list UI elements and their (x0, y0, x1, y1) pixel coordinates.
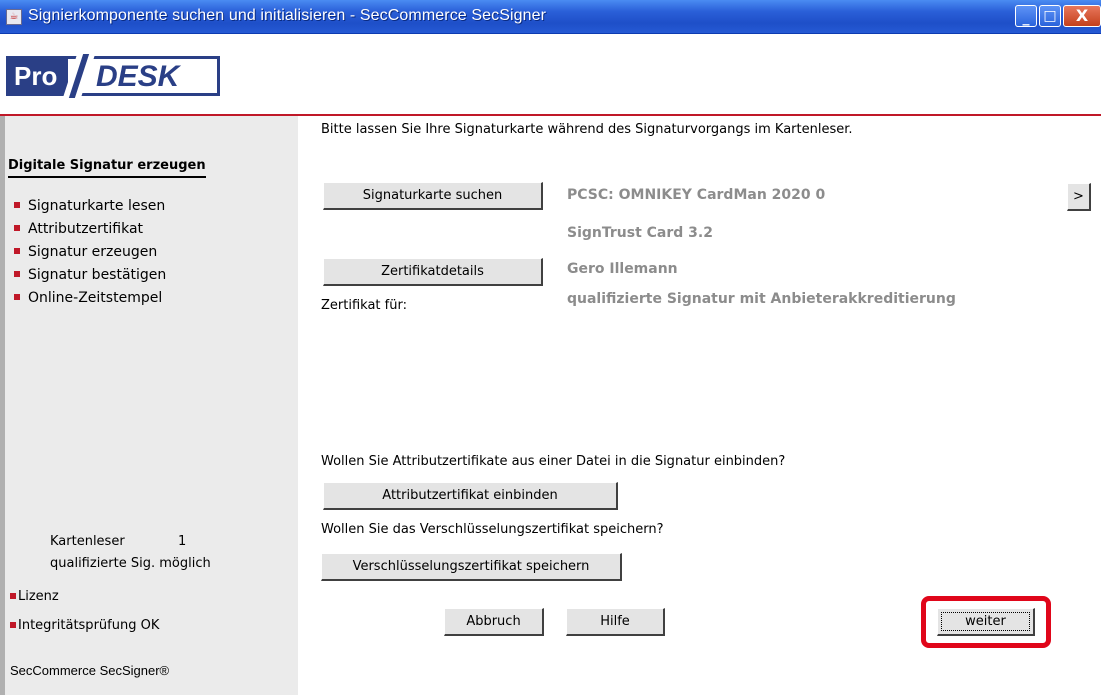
bullet-icon (14, 202, 20, 208)
bullet-icon (10, 621, 16, 628)
sidebar: Digitale Signatur erzeugen Signaturkarte… (0, 116, 298, 695)
card-reader-count: 1 (178, 534, 187, 549)
sidebar-item-signatur-erzeugen: Signatur erzeugen (14, 244, 157, 260)
java-app-icon: ☕ (6, 9, 22, 25)
sidebar-item-attributzertifikat: Attributzertifikat (14, 221, 143, 237)
close-button[interactable]: X (1063, 5, 1101, 27)
window-titlebar[interactable]: ☕ Signierkomponente suchen und initialis… (0, 0, 1101, 34)
sidebar-item-label: Signatur erzeugen (28, 244, 158, 260)
license-label: Lizenz (18, 589, 59, 604)
sidebar-item-label: Attributzertifikat (28, 221, 144, 237)
focus-outline: weiter (941, 612, 1030, 631)
card-reader-label: Kartenleser (50, 534, 125, 549)
window-left-border (0, 116, 5, 695)
sidebar-item-signatur-bestaetigen: Signatur bestätigen (14, 267, 166, 283)
card-type: SignTrust Card 3.2 (567, 225, 713, 241)
save-encryption-certificate-button[interactable]: Verschlüsselungszertifikat speichern (321, 553, 622, 581)
sidebar-item-signaturkarte-lesen: Signaturkarte lesen (14, 198, 165, 214)
integrity-check-label: Integritätsprüfung OK (18, 618, 160, 633)
certificate-for-label: Zertifikat für: (321, 298, 407, 313)
sidebar-title: Digitale Signatur erzeugen (8, 158, 206, 178)
minimize-button[interactable]: _ (1015, 5, 1037, 27)
search-card-button[interactable]: Signaturkarte suchen (323, 182, 543, 210)
certificate-type: qualifizierte Signatur mit Anbieterakkre… (567, 291, 956, 307)
card-reader-name: PCSC: OMNIKEY CardMan 2020 0 (567, 187, 826, 203)
bullet-icon (14, 225, 20, 231)
sidebar-item-online-zeitstempel: Online-Zeitstempel (14, 290, 162, 306)
bullet-icon (14, 294, 20, 300)
encryption-question: Wollen Sie das Verschlüsselungszertifika… (321, 522, 664, 537)
sidebar-item-label: Signatur bestätigen (28, 267, 167, 283)
next-button[interactable]: weiter (937, 608, 1035, 636)
cancel-button[interactable]: Abbruch (444, 608, 544, 636)
sidebar-item-label: Signaturkarte lesen (28, 198, 166, 214)
next-button-label: weiter (965, 614, 1006, 629)
bullet-icon (14, 271, 20, 277)
product-footer: SecCommerce SecSigner® (10, 663, 170, 678)
bullet-icon (14, 248, 20, 254)
help-button[interactable]: Hilfe (566, 608, 665, 636)
header: Pro DESK (0, 34, 1101, 116)
license-link[interactable]: Lizenz (10, 589, 59, 604)
sidebar-item-label: Online-Zeitstempel (28, 290, 163, 306)
qualified-signature-status: qualifizierte Sig. möglich (50, 556, 211, 571)
certificate-holder: Gero Illemann (567, 261, 678, 277)
instruction-text: Bitte lassen Sie Ihre Signaturkarte währ… (321, 122, 853, 137)
maximize-button[interactable]: □ (1039, 5, 1061, 27)
bullet-icon (10, 592, 16, 599)
integrity-check-link[interactable]: Integritätsprüfung OK (10, 618, 159, 633)
certificate-details-button[interactable]: Zertifikatdetails (323, 258, 543, 286)
attribute-question: Wollen Sie Attributzertifikate aus einer… (321, 454, 786, 469)
window-title: Signierkomponente suchen und initialisie… (28, 7, 547, 24)
prodesk-logo: Pro DESK (6, 54, 220, 98)
next-reader-button[interactable]: > (1067, 183, 1091, 211)
attach-attribute-certificate-button[interactable]: Attributzertifikat einbinden (323, 482, 618, 510)
